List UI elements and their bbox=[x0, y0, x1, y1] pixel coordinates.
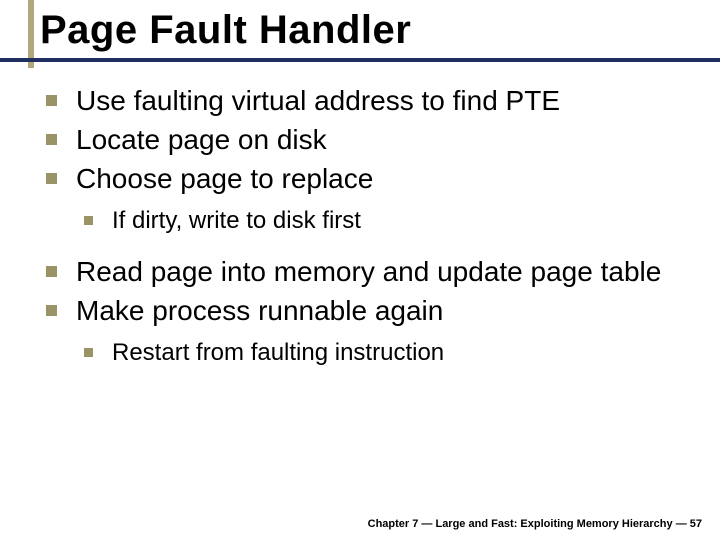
title-area: Page Fault Handler bbox=[0, 0, 720, 53]
page-title: Page Fault Handler bbox=[40, 8, 720, 53]
list-subitem-label: Restart from faulting instruction bbox=[112, 339, 444, 366]
list-subitem: Restart from faulting instruction bbox=[40, 338, 680, 368]
slide: Page Fault Handler Use faulting virtual … bbox=[0, 0, 720, 540]
list-subitem-label: If dirty, write to disk first bbox=[112, 207, 361, 234]
title-underline bbox=[0, 58, 720, 62]
square-bullet-icon bbox=[46, 266, 57, 277]
square-bullet-icon bbox=[84, 348, 93, 357]
list-item-label: Use faulting virtual address to find PTE bbox=[76, 85, 560, 116]
footer-text: Chapter 7 — Large and Fast: Exploiting M… bbox=[368, 518, 702, 530]
square-bullet-icon bbox=[84, 216, 93, 225]
list-item: Read page into memory and update page ta… bbox=[40, 254, 680, 289]
square-bullet-icon bbox=[46, 134, 57, 145]
square-bullet-icon bbox=[46, 173, 57, 184]
square-bullet-icon bbox=[46, 305, 57, 316]
list-item-label: Make process runnable again bbox=[76, 295, 443, 326]
content-area: Use faulting virtual address to find PTE… bbox=[0, 53, 720, 368]
list-item-label: Read page into memory and update page ta… bbox=[76, 256, 661, 287]
square-bullet-icon bbox=[46, 95, 57, 106]
list-item-label: Locate page on disk bbox=[76, 124, 327, 155]
list-subitem: If dirty, write to disk first bbox=[40, 206, 680, 236]
list-item: Locate page on disk bbox=[40, 122, 680, 157]
list-item: Use faulting virtual address to find PTE bbox=[40, 83, 680, 118]
list-item: Make process runnable again bbox=[40, 293, 680, 328]
list-item-label: Choose page to replace bbox=[76, 163, 373, 194]
list-item: Choose page to replace bbox=[40, 161, 680, 196]
